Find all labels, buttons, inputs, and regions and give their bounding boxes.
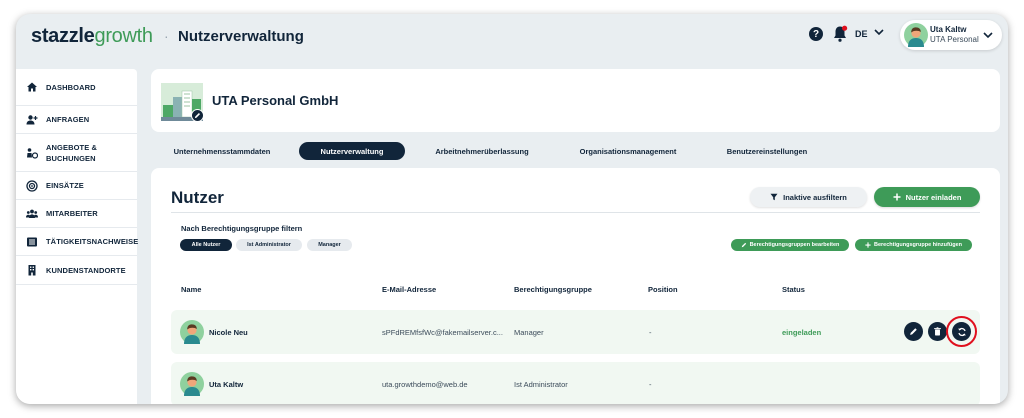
company-name: UTA Personal GmbH	[212, 93, 339, 108]
user-email: sPFdREMfsfWc@fakemailserver.c...	[382, 328, 503, 337]
add-group-button[interactable]: Berechtigungsgruppe hinzufügen	[855, 239, 972, 251]
sidebar-item-label: ANFRAGEN	[46, 115, 90, 124]
tab-nutzerverwaltung[interactable]: Nutzerverwaltung	[299, 142, 405, 160]
user-email: uta.growthdemo@web.de	[382, 380, 468, 389]
sidebar-item-kundenstandorte[interactable]: KUNDENSTANDORTE	[16, 256, 137, 285]
table-row[interactable]: Uta Kaltw uta.growthdemo@web.de Ist Admi…	[171, 362, 980, 404]
trash-icon	[934, 327, 941, 336]
sidebar: DASHBOARD ANFRAGEN ANGEBOTE & BUCHUNGEN …	[16, 69, 139, 404]
tab-benutzereinstellungen[interactable]: Benutzereinstellungen	[714, 142, 820, 160]
brand-logo[interactable]: stazzlegrowth	[31, 25, 153, 48]
user-name: Nicole Neu	[209, 328, 248, 337]
sidebar-item-label: EINSÄTZE	[46, 181, 84, 190]
language-selector[interactable]: DE	[855, 29, 868, 39]
tab-organisationsmanagement[interactable]: Organisationsmanagement	[567, 142, 689, 160]
offers-icon	[27, 147, 38, 159]
chevron-down-icon[interactable]	[982, 29, 994, 41]
column-header-position[interactable]: Position	[648, 285, 678, 294]
section-title: Nutzer	[171, 188, 224, 207]
home-icon	[27, 82, 37, 92]
user-group: Ist Administrator	[514, 380, 568, 389]
help-icon[interactable]: ?	[809, 27, 823, 41]
chip-ist-administrator[interactable]: Ist Administrator	[236, 239, 302, 251]
edit-groups-button[interactable]: Berechtigungsgruppen bearbeiten	[731, 239, 849, 251]
status-badge: eingeladen	[782, 328, 822, 337]
list-icon	[27, 237, 37, 246]
sidebar-item-label: MITARBEITER	[46, 209, 98, 218]
column-header-name[interactable]: Name	[181, 285, 201, 294]
user-name: Uta Kaltw	[930, 25, 967, 34]
filter-inactive-label: Inaktive ausfiltern	[783, 192, 847, 202]
chip-manager[interactable]: Manager	[307, 239, 352, 251]
avatar	[180, 320, 204, 344]
column-header-email[interactable]: E-Mail-Adresse	[382, 285, 436, 294]
users-panel: Nutzer Inaktive ausfiltern Nutzer einlad…	[151, 168, 1000, 404]
team-icon	[26, 209, 38, 218]
user-company: UTA Personal	[930, 35, 979, 44]
table-row[interactable]: Nicole Neu sPFdREMfsfWc@fakemailserver.c…	[171, 310, 980, 354]
user-menu[interactable]: Uta Kaltw UTA Personal	[900, 20, 1002, 50]
invite-user-label: Nutzer einladen	[905, 192, 962, 202]
sidebar-item-label: KUNDENSTANDORTE	[46, 265, 126, 275]
user-position: -	[649, 328, 652, 337]
column-header-group[interactable]: Berechtigungsgruppe	[514, 285, 592, 294]
edit-logo-button[interactable]	[191, 109, 204, 122]
sidebar-item-dashboard[interactable]: DASHBOARD	[16, 69, 137, 106]
delete-user-button[interactable]	[928, 322, 947, 341]
avatar	[904, 23, 928, 47]
pencil-icon	[194, 112, 201, 119]
sidebar-item-mitarbeiter[interactable]: MITARBEITER	[16, 200, 137, 228]
edit-user-button[interactable]	[904, 322, 923, 341]
highlight-ring	[946, 316, 977, 347]
sidebar-item-einsaetze[interactable]: EINSÄTZE	[16, 172, 137, 200]
notification-bell-icon[interactable]	[832, 25, 848, 43]
pencil-icon	[741, 242, 746, 248]
plus-icon	[865, 242, 871, 248]
invite-user-button[interactable]: Nutzer einladen	[874, 187, 980, 207]
brand-name-light: growth	[94, 25, 154, 47]
building-icon	[28, 265, 36, 276]
sidebar-item-label: DASHBOARD	[46, 82, 96, 92]
chevron-down-icon[interactable]	[873, 26, 885, 38]
user-group: Manager	[514, 328, 544, 337]
avatar	[180, 372, 204, 396]
column-header-status[interactable]: Status	[782, 285, 805, 294]
user-name: Uta Kaltw	[209, 380, 244, 389]
filter-icon	[770, 193, 778, 201]
top-bar: stazzlegrowth · Nutzerverwaltung ? DE Ut…	[16, 14, 1008, 60]
brand-name-bold: stazzle	[31, 25, 95, 47]
pencil-icon	[910, 328, 917, 335]
help-icon-glyph: ?	[812, 28, 820, 40]
tab-arbeitnehmerueberlassung[interactable]: Arbeitnehmerüberlassung	[424, 142, 540, 160]
sidebar-item-label: TÄTIGKEITSNACHWEISE	[46, 237, 139, 246]
chip-alle-nutzer[interactable]: Alle Nutzer	[180, 239, 232, 251]
sidebar-item-taetigkeitsnachweise[interactable]: TÄTIGKEITSNACHWEISE	[16, 228, 139, 256]
divider	[171, 212, 980, 213]
user-position: -	[649, 380, 652, 389]
filter-inactive-button[interactable]: Inaktive ausfiltern	[750, 187, 867, 207]
plus-icon	[893, 193, 901, 201]
tab-unternehmensstammdaten[interactable]: Unternehmensstammdaten	[163, 142, 281, 160]
sidebar-item-anfragen[interactable]: ANFRAGEN	[16, 106, 137, 134]
group-filter-title: Nach Berechtigungsgruppe filtern	[181, 224, 303, 233]
add-user-icon	[26, 114, 38, 124]
target-icon	[26, 179, 38, 192]
company-header: UTA Personal GmbH	[151, 69, 1000, 132]
edit-groups-label: Berechtigungsgruppen bearbeiten	[749, 242, 840, 248]
page-title: Nutzerverwaltung	[178, 28, 304, 45]
app-window: stazzlegrowth · Nutzerverwaltung ? DE Ut…	[16, 14, 1008, 404]
sidebar-item-angebote-buchungen[interactable]: ANGEBOTE & BUCHUNGEN	[16, 134, 137, 172]
add-group-label: Berechtigungsgruppe hinzufügen	[874, 242, 962, 248]
title-separator: ·	[164, 28, 169, 44]
sidebar-item-label: ANGEBOTE & BUCHUNGEN	[46, 142, 98, 163]
